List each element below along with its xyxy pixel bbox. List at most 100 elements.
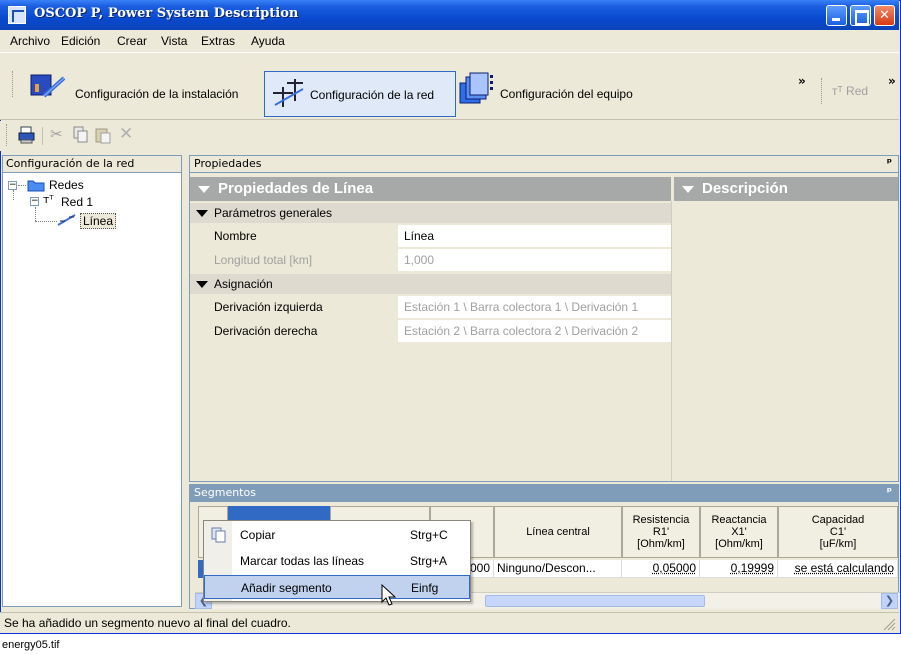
- line-properties-band: Propiedades de Línea: [190, 177, 671, 201]
- segments-header: Segmentos ᵖ: [189, 484, 899, 501]
- properties-title: Propiedades: [194, 157, 262, 170]
- toolbar-grip-3[interactable]: [6, 124, 9, 146]
- network-config-button[interactable]: Configuración de la red: [264, 71, 456, 117]
- properties-header: Propiedades ᵖ: [189, 155, 899, 172]
- reactance-label-1: Reactancia: [711, 514, 767, 526]
- menu-extras[interactable]: Extras: [201, 34, 235, 48]
- menu-archivo[interactable]: Archivo: [10, 34, 50, 48]
- splitter[interactable]: [671, 201, 674, 481]
- collapse-icon[interactable]: [682, 186, 694, 193]
- context-menu: Copiar Strg+C Marcar todas las líneas St…: [203, 520, 471, 602]
- equipment-config-button[interactable]: Configuración del equipo: [458, 71, 678, 104]
- column-central-line-label: Línea central: [526, 526, 590, 538]
- description-band: Descripción: [674, 177, 898, 201]
- resistance-label-2: R1': [652, 526, 670, 538]
- toolbar-grip-2[interactable]: [821, 78, 824, 104]
- group-collapse-icon[interactable]: [196, 281, 208, 288]
- column-capacity-header[interactable]: Capacidad C1' [uF/km]: [778, 506, 898, 558]
- menu-item-add-segment[interactable]: Añadir segmento Einfg: [204, 575, 470, 599]
- equipment-icon: [459, 72, 493, 104]
- tree-connector: [35, 221, 57, 222]
- column-resistance-header[interactable]: Resistencia R1' [Ohm/km]: [622, 506, 700, 558]
- prop-right-branch-label: Derivación derecha: [190, 320, 398, 343]
- network-config-label: Configuración de la red: [310, 88, 435, 102]
- installation-config-button[interactable]: Configuración de la instalación: [20, 71, 260, 103]
- tree-expander-network[interactable]: −: [30, 197, 39, 206]
- toolbar-overflow-chevron-2[interactable]: »: [888, 74, 896, 88]
- paste-icon[interactable]: [94, 126, 112, 144]
- group-general-title: Parámetros generales: [214, 206, 333, 220]
- collapse-icon[interactable]: [198, 186, 210, 193]
- capacity-label-2: C1': [829, 526, 847, 538]
- pin-icon[interactable]: ᵖ: [887, 156, 892, 169]
- menu-item-select-all-shortcut: Strg+A: [410, 554, 448, 568]
- menu-item-copy-shortcut: Strg+C: [410, 528, 448, 542]
- resize-grip-icon[interactable]: [882, 617, 896, 631]
- scroll-right-icon[interactable]: ❯: [881, 593, 898, 609]
- minimize-icon: [827, 6, 846, 25]
- prop-name-value[interactable]: Línea: [398, 225, 671, 248]
- resistance-label-3: [Ohm/km]: [637, 538, 685, 550]
- status-bar: Se ha añadido un segmento nuevo al final…: [0, 612, 899, 633]
- copy-icon[interactable]: [72, 126, 90, 144]
- close-icon: ✕: [879, 8, 890, 23]
- installation-icon: [30, 74, 66, 98]
- line-properties-title: Propiedades de Línea: [218, 180, 374, 197]
- column-reactance-header[interactable]: Reactancia X1' [Ohm/km]: [700, 506, 778, 558]
- column-central-line-header[interactable]: Línea central: [494, 506, 622, 558]
- tree-expander-root[interactable]: −: [8, 181, 17, 190]
- reactance-label-2: X1': [731, 526, 747, 538]
- title-bar[interactable]: OSCOP P, Power System Description ✕: [0, 0, 899, 30]
- print-icon[interactable]: [18, 126, 36, 144]
- network-tree: − Redes − ᴛᵀ Red 1 Línea: [2, 172, 182, 607]
- scroll-thumb[interactable]: [485, 595, 705, 607]
- edit-toolbar: ✂ ✕: [0, 121, 899, 151]
- close-button[interactable]: ✕: [874, 5, 895, 26]
- red-button-disabled[interactable]: ᴛᵀ Red: [832, 84, 868, 98]
- menu-ayuda[interactable]: Ayuda: [251, 34, 285, 48]
- folder-icon: [27, 180, 45, 192]
- menu-item-select-all[interactable]: Marcar todas las líneas Strg+A: [204, 549, 470, 573]
- maximize-button[interactable]: [850, 5, 871, 26]
- tree-item-network[interactable]: Red 1: [61, 195, 93, 209]
- cell-resistance[interactable]: 0,05000: [622, 560, 700, 577]
- menu-item-add-segment-shortcut: Einfg: [411, 581, 439, 595]
- network-tree-icon: ᴛᵀ: [43, 193, 54, 206]
- group-assignment-title: Asignación: [214, 277, 273, 291]
- cell-capacity[interactable]: se está calculando: [778, 560, 898, 577]
- mouse-cursor-icon: [381, 584, 397, 606]
- tree-connector: [18, 185, 26, 186]
- tree-item-root[interactable]: Redes: [49, 178, 84, 192]
- minimize-button[interactable]: [826, 5, 847, 26]
- figure-caption: energy05.tif: [2, 639, 60, 651]
- network-small-icon: ᴛᵀ: [832, 84, 843, 98]
- cell-reactance[interactable]: 0,19999: [700, 560, 778, 577]
- toolbar-grip[interactable]: [12, 71, 15, 97]
- installation-config-label: Configuración de la instalación: [75, 87, 239, 101]
- network-icon: [273, 79, 304, 107]
- cut-icon[interactable]: ✂: [50, 125, 63, 143]
- menu-crear[interactable]: Crear: [117, 34, 147, 48]
- menu-edicion[interactable]: Edición: [61, 34, 100, 48]
- menu-item-select-all-label: Marcar todas las líneas: [240, 554, 365, 568]
- prop-right-branch-value[interactable]: Estación 2 \ Barra colectora 2 \ Derivac…: [398, 320, 671, 343]
- prop-left-branch-value[interactable]: Estación 1 \ Barra colectora 1 \ Derivac…: [398, 296, 671, 319]
- cell-central-line[interactable]: Ninguno/Descon...: [494, 560, 622, 577]
- equipment-config-label: Configuración del equipo: [500, 87, 633, 101]
- pin-icon[interactable]: ᵖ: [887, 485, 892, 498]
- tree-item-line[interactable]: Línea: [80, 213, 117, 229]
- menu-vista[interactable]: Vista: [161, 34, 187, 48]
- menu-item-copy[interactable]: Copiar Strg+C: [204, 523, 470, 547]
- group-collapse-icon[interactable]: [196, 210, 208, 217]
- prop-length-label: Longitud total [km]: [190, 249, 398, 272]
- window-title: OSCOP P, Power System Description: [34, 6, 299, 21]
- red-button-label: Red: [846, 84, 869, 98]
- tree-connector: [35, 207, 36, 221]
- maximize-icon: [851, 6, 870, 25]
- menu-bar: Archivo Edición Crear Vista Extras Ayuda: [0, 30, 899, 52]
- delete-icon[interactable]: ✕: [119, 124, 133, 144]
- description-title: Descripción: [702, 180, 788, 197]
- toolbar-overflow-chevron[interactable]: »: [798, 74, 806, 88]
- copy-icon: [211, 527, 226, 543]
- group-assignment: Asignación: [190, 274, 671, 294]
